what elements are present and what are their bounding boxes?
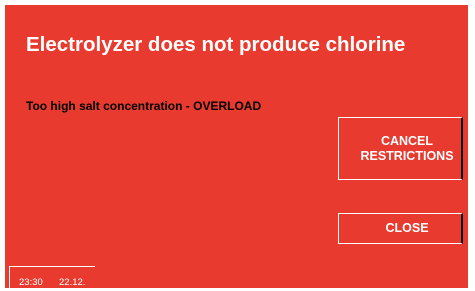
cancel-restrictions-label: CANCEL RESTRICTIONS bbox=[360, 133, 454, 163]
status-time: 23:30 bbox=[19, 277, 43, 288]
cancel-restrictions-button[interactable]: CANCEL RESTRICTIONS bbox=[338, 117, 463, 180]
close-label: CLOSE bbox=[385, 221, 429, 235]
status-bar: 23:30 22.12. bbox=[9, 266, 95, 288]
status-date: 22.12. bbox=[59, 277, 86, 288]
close-button[interactable]: CLOSE bbox=[338, 213, 463, 244]
screen: Electrolyzer does not produce chlorine T… bbox=[0, 0, 475, 291]
dialog-message: Too high salt concentration - OVERLOAD bbox=[26, 99, 262, 113]
dialog-title: Electrolyzer does not produce chlorine bbox=[26, 33, 406, 56]
